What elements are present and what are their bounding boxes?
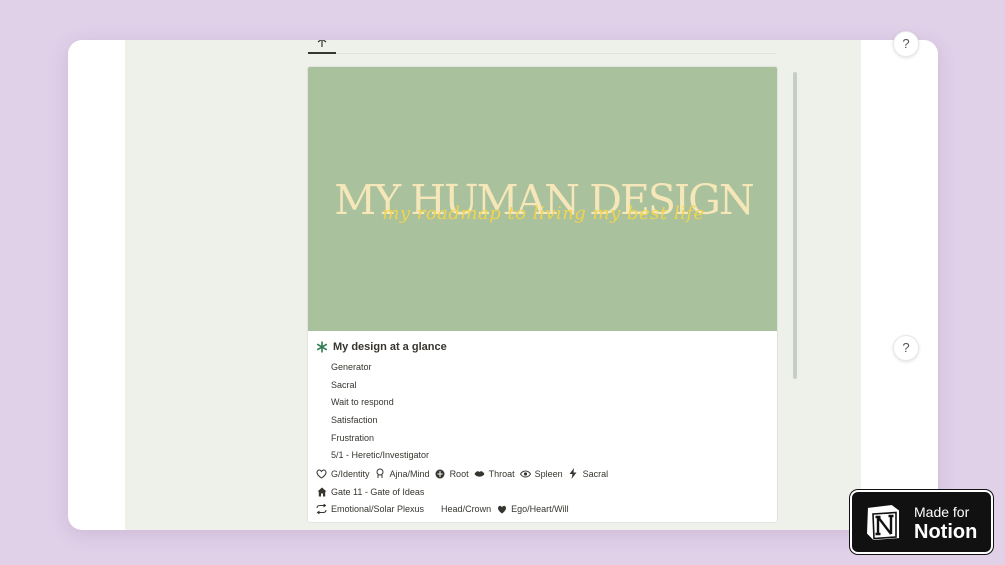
callout-header[interactable]: My design at a glance [316,339,771,355]
callout-title: My design at a glance [333,341,447,353]
divider [336,53,776,54]
arrow-up-icon [317,40,327,47]
list-item: Wait to respond [331,397,394,408]
root-icon [435,468,446,479]
eye-icon [519,468,531,479]
centers-row: G/Identity Ajna/Mind Root Throat Spleen … [316,465,771,483]
center-label: Root [449,468,469,479]
center-label: Spleen [534,468,563,479]
made-for-notion-badge[interactable]: Made for Notion [850,490,993,554]
list-item: Frustration [331,432,375,443]
center-label: Throat [488,468,515,479]
scrollbar[interactable] [793,72,797,379]
center-label: G/Identity [331,468,370,479]
content-card: MY HUMAN DESIGN my roadmap to living my … [307,66,778,523]
notion-window: MY HUMAN DESIGN my roadmap to living my … [68,40,938,530]
mind-icon [375,468,386,479]
list-item: Satisfaction [331,415,378,426]
repeat-icon [316,504,327,515]
notion-logo-icon [864,502,901,543]
lightning-icon [568,468,579,480]
list-item: Generator [331,362,372,372]
authority-label: Ego/Heart/Will [511,504,569,515]
authority-label: Head/Crown [441,504,492,515]
badge-line-2: Notion [914,521,978,543]
cover-subtitle: my roadmap to living my best life [382,203,705,224]
center-label: Sacral [582,468,609,479]
heart-filled-icon [496,504,507,515]
lips-icon [474,468,485,479]
page-column: MY HUMAN DESIGN my roadmap to living my … [125,40,861,530]
asterisk-icon [316,341,328,353]
list-item: 5/1 - Heretic/Investigator [331,450,430,461]
cover-image: MY HUMAN DESIGN my roadmap to living my … [308,67,777,331]
badge-line-1: Made for [914,504,970,520]
list-item: Sacral [331,379,357,390]
gate-label: Gate 11 - Gate of Ideas [331,486,425,497]
center-label: Ajna/Mind [389,468,430,479]
heart-outline-icon [316,468,327,479]
help-button[interactable]: ? [893,31,919,57]
help-button[interactable]: ? [893,335,919,361]
authority-row: Emotional/Solar Plexus Head/Crown Ego/He… [316,501,771,519]
tab-upload[interactable] [308,40,336,54]
gate-row: Gate 11 - Gate of Ideas [316,483,771,501]
callout-block: My design at a glance Generator Sacral W… [316,339,771,518]
home-icon [316,486,327,497]
authority-label: Emotional/Solar Plexus [331,504,425,515]
